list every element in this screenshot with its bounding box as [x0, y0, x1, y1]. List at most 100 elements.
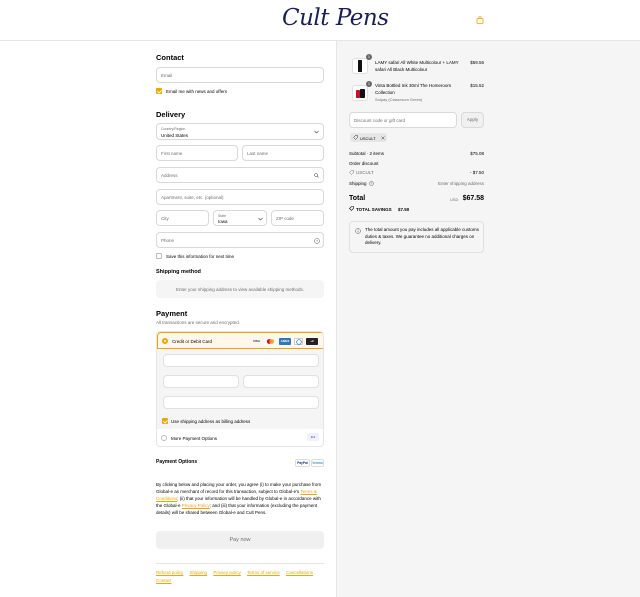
contact-link[interactable]: Contact [156, 578, 172, 583]
total-savings-value: $7.50 [398, 206, 410, 212]
more-options-label[interactable]: More Payment Options [171, 436, 217, 441]
diners-icon [294, 338, 303, 345]
payment-heading: Payment [156, 309, 188, 318]
item-thumbnail [352, 85, 368, 101]
state-label: State [218, 213, 227, 218]
discount-value: - $7.50 [469, 170, 484, 175]
svg-text:?: ? [316, 239, 318, 243]
last-name-placeholder: Last name [247, 151, 269, 156]
shipping-value: Enter shipping address [437, 181, 484, 186]
more-cards-badge: +2 [306, 338, 318, 345]
first-name-placeholder: First name [161, 151, 183, 156]
address-placeholder: Address [161, 173, 178, 178]
item-quantity-badge: 1 [366, 54, 372, 60]
shipping-method-message: Enter your shipping address to view avai… [175, 287, 305, 292]
footer-links: Refund policy Shipping Privacy policy Te… [156, 569, 324, 585]
svg-text:?: ? [371, 182, 373, 186]
phone-field[interactable]: Phone ? [156, 232, 324, 248]
apply-discount-button[interactable]: Apply [461, 112, 484, 128]
shipping-label: Shipping [349, 181, 367, 186]
billing-checkbox[interactable] [162, 418, 168, 424]
phone-placeholder: Phone [161, 238, 175, 243]
info-icon [355, 228, 361, 234]
delivery-heading: Delivery [156, 110, 186, 119]
city-field[interactable]: City [156, 210, 209, 226]
chevron-down-icon [314, 130, 319, 134]
state-value: Iowa [218, 219, 228, 224]
close-icon[interactable] [381, 135, 385, 140]
payment-methods: Credit or Debit Card VISA AMEX +2 Use sh… [156, 331, 324, 447]
card-radio[interactable] [162, 338, 168, 344]
item-price: $15.52 [470, 83, 484, 88]
total-label: Total [349, 195, 366, 202]
state-select[interactable]: State Iowa [213, 210, 267, 226]
payment-subtitle: All transactions are secure and encrypte… [156, 320, 241, 325]
item-title: Vinta Bottled Ink 30ml The Homeroom Coll… [375, 83, 452, 95]
amex-icon: AMEX [279, 338, 291, 345]
privacy-link[interactable]: Privacy Policy [182, 503, 210, 508]
duties-notice-text: The total amount you pay includes all ap… [365, 227, 479, 245]
card-details-panel: Use shipping address as billing address [157, 349, 323, 429]
paypal-badge[interactable]: PayPal [295, 459, 310, 467]
pay-now-button[interactable]: Pay now [156, 531, 324, 549]
address-field[interactable]: Address [156, 167, 324, 183]
duties-notice: The total amount you pay includes all ap… [349, 221, 484, 253]
item-variant: Sulpay (Classroom Green) [375, 97, 423, 102]
mastercard-icon [265, 338, 276, 345]
news-checkbox[interactable] [156, 88, 162, 94]
cancellations-link[interactable]: Cancellations [286, 570, 313, 575]
order-discount-label: Order discount [349, 161, 379, 166]
privacy-policy-link[interactable]: Privacy policy [213, 570, 241, 575]
applied-code: USCULT [360, 135, 376, 141]
tag-icon [349, 206, 354, 211]
email-field[interactable]: Email [156, 67, 324, 83]
help-circle-icon[interactable]: ? [314, 237, 320, 244]
item-title: LAMY safari All White Multicolour + LAMY… [375, 60, 459, 72]
card-expiry-field[interactable] [163, 375, 239, 388]
item-quantity-badge: 1 [366, 81, 372, 87]
card-number-field[interactable] [163, 354, 319, 367]
shipping-link[interactable]: Shipping [190, 570, 208, 575]
zip-placeholder: ZIP code [276, 216, 294, 221]
tag-icon [353, 135, 358, 140]
shipping-method-heading: Shipping method [156, 269, 201, 275]
brand-logo[interactable]: Cult Pens [282, 5, 389, 31]
applied-discount-chip: USCULT [350, 133, 387, 142]
first-name-field[interactable]: First name [156, 145, 238, 161]
refund-policy-link[interactable]: Refund policy [156, 570, 183, 575]
city-placeholder: City [161, 216, 169, 221]
apartment-placeholder: Apartment, suite, etc. (optional) [161, 195, 224, 200]
save-info-checkbox[interactable] [156, 253, 162, 259]
discount-placeholder: Discount code or gift card [354, 118, 406, 123]
visa-icon: VISA [252, 339, 260, 343]
country-select[interactable]: Country/Region United States [156, 123, 324, 140]
apartment-field[interactable]: Apartment, suite, etc. (optional) [156, 189, 324, 205]
discount-code-field[interactable]: Discount code or gift card [349, 112, 457, 128]
shopping-bag-icon[interactable] [476, 16, 484, 24]
zip-field[interactable]: ZIP code [271, 210, 324, 226]
shipping-method-notice: Enter your shipping address to view avai… [156, 280, 324, 298]
email-placeholder: Email [161, 73, 173, 78]
card-cvv-field[interactable] [243, 375, 319, 388]
footer-divider [156, 563, 324, 564]
total-savings-label: TOTAL SAVINGS [356, 206, 392, 212]
chevron-down-icon [258, 217, 263, 221]
discount-code-label: USCULT [356, 170, 374, 175]
last-name-field[interactable]: Last name [242, 145, 324, 161]
terms-of-service-link[interactable]: Terms of service [247, 570, 280, 575]
payment-options-heading: Payment Options [156, 459, 198, 465]
more-options-radio[interactable] [161, 435, 167, 441]
venmo-badge[interactable]: Venmo [311, 459, 324, 467]
billing-label: Use shipping address as billing address [171, 419, 251, 424]
help-circle-icon[interactable]: ? [369, 181, 374, 186]
country-value: United States [161, 132, 189, 138]
more-options-dots-icon: ••• [307, 433, 319, 441]
subtotal-label: Subtotal · 2 items [349, 151, 385, 156]
item-price: $59.56 [470, 60, 484, 65]
item-thumbnail [352, 58, 368, 74]
card-option-label: Credit or Debit Card [172, 338, 213, 344]
page-header: Cult Pens [0, 0, 640, 41]
card-name-field[interactable] [163, 396, 319, 409]
card-option-row[interactable]: Credit or Debit Card VISA AMEX +2 [157, 332, 323, 349]
legal-text-part-1: By clicking below and placing your order… [156, 482, 322, 494]
